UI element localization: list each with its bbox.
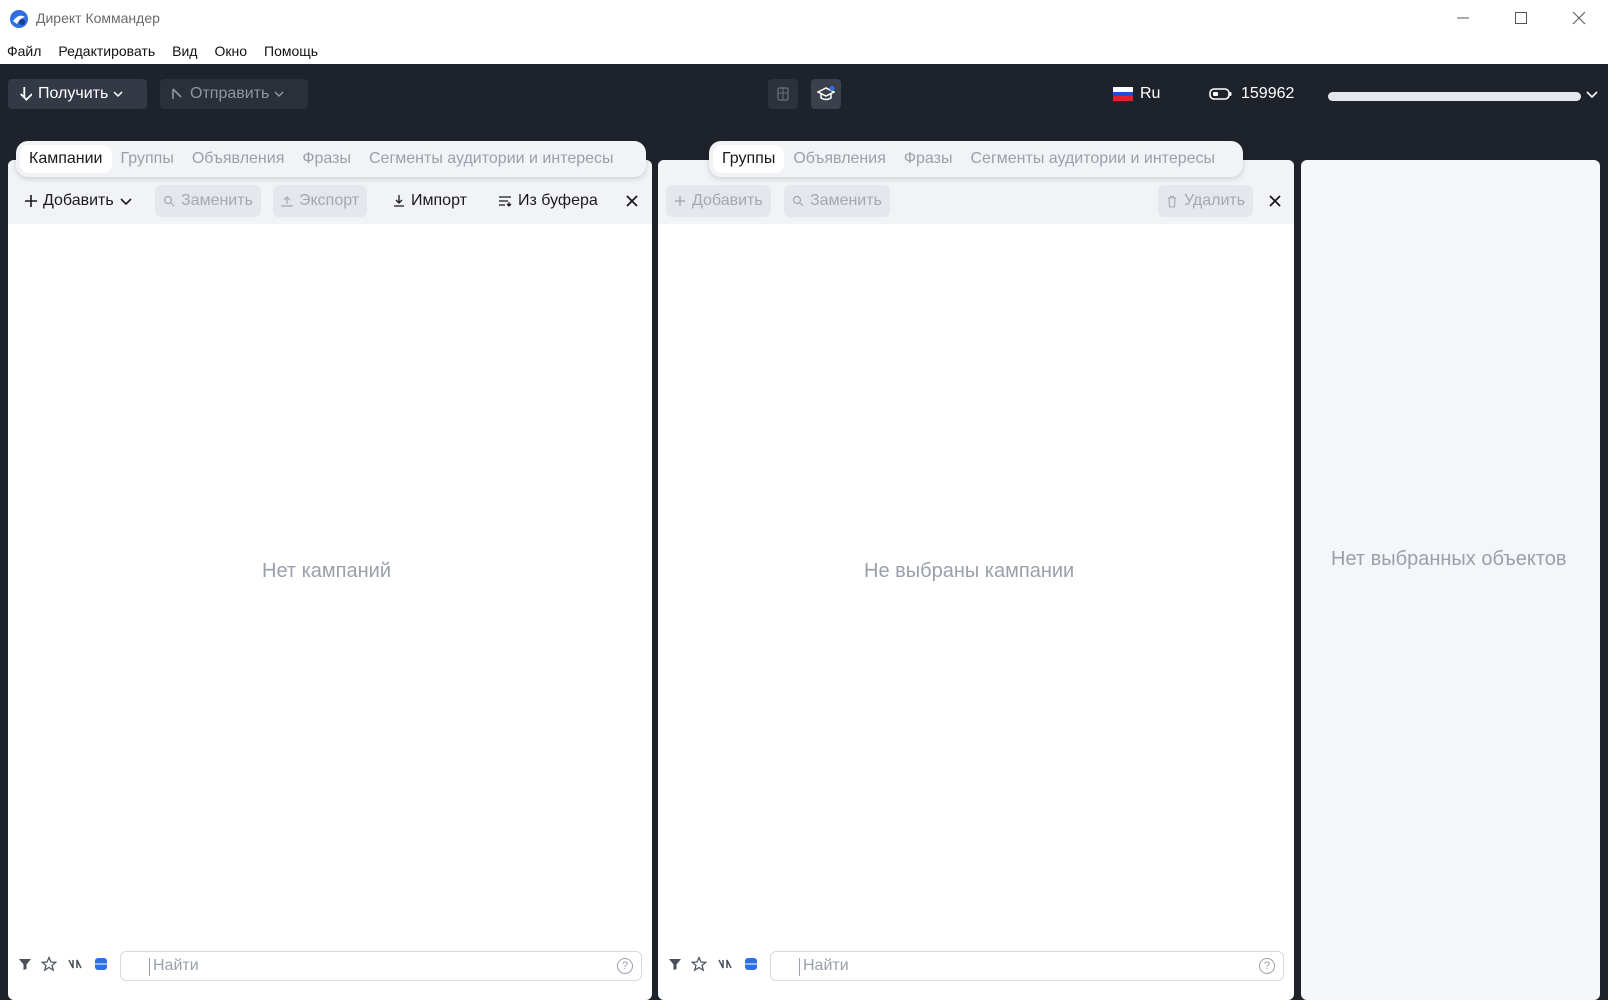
tab-phrases[interactable]: Фразы <box>293 145 360 173</box>
tab-audience-segments[interactable]: Сегменты аудитории и интересы <box>961 145 1224 173</box>
delete-group-button[interactable]: Удалить <box>1158 185 1254 217</box>
campaigns-search-placeholder: Найти <box>153 957 199 974</box>
plus-icon <box>675 196 685 206</box>
send-label: Отправить <box>190 85 270 102</box>
tab-groups[interactable]: Группы <box>112 145 183 173</box>
calculator-icon <box>777 87 789 101</box>
maximize-button[interactable] <box>1492 0 1550 36</box>
close-icon[interactable] <box>1268 194 1282 208</box>
add-campaign-button[interactable]: Добавить <box>16 185 141 217</box>
chevron-down-icon[interactable] <box>1585 87 1599 101</box>
minimize-icon <box>1457 17 1469 19</box>
plus-icon <box>25 195 37 207</box>
upload-icon <box>281 196 293 207</box>
get-button[interactable]: Получить <box>8 79 147 109</box>
help-icon[interactable]: ? <box>1259 958 1275 974</box>
menu-file[interactable]: Файл <box>7 43 41 59</box>
campaigns-search-input[interactable]: Найти ? <box>120 951 642 981</box>
groups-empty-text: Не выбраны кампании <box>864 560 1075 582</box>
campaigns-empty-text: Нет кампаний <box>262 560 392 582</box>
database-icon[interactable] <box>743 956 759 972</box>
menu-view[interactable]: Вид <box>172 43 197 59</box>
search-icon <box>792 195 804 207</box>
language-label: Ru <box>1140 85 1161 102</box>
groups-tabs: Группы Объявления Фразы Сегменты аудитор… <box>709 141 1243 177</box>
sync-arrows-icon[interactable] <box>717 956 733 972</box>
download-icon <box>394 195 404 207</box>
points-value: 159962 <box>1241 85 1295 102</box>
campaigns-panel: Нет кампаний Найти ? <box>8 160 652 1000</box>
add-campaign-label: Добавить <box>43 192 114 209</box>
maximize-icon <box>1515 12 1527 24</box>
star-icon[interactable] <box>691 956 707 972</box>
close-icon[interactable] <box>625 194 639 208</box>
tab-phrases[interactable]: Фразы <box>895 145 962 173</box>
clipboard-lines-icon <box>499 196 512 207</box>
campaigns-footer: Найти ? <box>8 938 652 990</box>
chevron-down-icon <box>120 198 132 206</box>
search-caret <box>799 958 800 976</box>
star-icon[interactable] <box>41 956 57 972</box>
groups-search-input[interactable]: Найти ? <box>770 951 1284 981</box>
export-label: Экспорт <box>299 192 360 209</box>
account-selector[interactable] <box>1328 92 1581 101</box>
russia-flag-icon <box>1113 87 1133 102</box>
menu-window[interactable]: Окно <box>214 43 247 59</box>
get-label: Получить <box>38 85 109 102</box>
groups-footer: Найти ? <box>658 938 1294 990</box>
chevron-down-icon <box>113 91 123 98</box>
groups-panel: Не выбраны кампании Найти ? <box>658 160 1294 1000</box>
groups-search-placeholder: Найти <box>803 957 849 974</box>
minimize-button[interactable] <box>1434 0 1492 36</box>
add-group-label: Добавить <box>692 192 763 209</box>
replace-campaigns-label: Заменить <box>181 192 253 209</box>
close-icon <box>1572 11 1586 25</box>
graduation-cap-icon <box>817 86 835 101</box>
search-caret <box>149 958 150 976</box>
search-icon <box>163 195 175 207</box>
calculator-button[interactable] <box>768 79 798 109</box>
tab-campaigns[interactable]: Кампании <box>20 145 112 173</box>
window-title: Директ Коммандер <box>36 10 160 26</box>
import-label: Импорт <box>411 192 467 209</box>
filter-icon[interactable] <box>667 956 683 972</box>
import-button[interactable]: Импорт <box>385 185 475 217</box>
trash-icon <box>1168 195 1176 208</box>
tab-ads[interactable]: Объявления <box>784 145 895 173</box>
menu-edit[interactable]: Редактировать <box>58 43 155 59</box>
filter-icon[interactable] <box>17 956 33 972</box>
send-button[interactable]: Отправить <box>160 79 308 109</box>
language-selector[interactable]: Ru <box>1113 84 1160 104</box>
replace-campaigns-button[interactable]: Заменить <box>155 185 261 217</box>
get-arrow-icon <box>20 87 32 101</box>
delete-group-label: Удалить <box>1184 192 1246 209</box>
from-clipboard-label: Из буфера <box>518 192 598 209</box>
close-button[interactable] <box>1550 0 1608 36</box>
send-arrow-icon <box>172 88 182 99</box>
tab-groups[interactable]: Группы <box>713 145 785 173</box>
menu-help[interactable]: Помощь <box>264 43 318 59</box>
details-empty-text: Нет выбранных объектов <box>1331 548 1567 570</box>
tab-audience-segments[interactable]: Сегменты аудитории и интересы <box>360 145 623 173</box>
campaigns-tabs: Кампании Группы Объявления Фразы Сегмент… <box>16 141 646 177</box>
help-icon[interactable]: ? <box>617 958 633 974</box>
tab-ads[interactable]: Объявления <box>183 145 294 173</box>
database-icon[interactable] <box>93 956 109 972</box>
export-button[interactable]: Экспорт <box>273 185 368 217</box>
battery-icon <box>1209 88 1232 100</box>
details-panel: Нет выбранных объектов <box>1301 160 1600 1000</box>
points-counter[interactable]: 159962 <box>1209 84 1294 104</box>
learning-button[interactable] <box>811 79 841 109</box>
replace-groups-button[interactable]: Заменить <box>784 185 890 217</box>
title-bar: Директ Коммандер <box>0 0 1608 36</box>
menu-bar: Файл Редактировать Вид Окно Помощь <box>0 38 335 64</box>
sync-arrows-icon[interactable] <box>67 956 83 972</box>
chevron-down-icon <box>274 91 284 98</box>
from-clipboard-button[interactable]: Из буфера <box>490 185 606 217</box>
replace-groups-label: Заменить <box>810 192 882 209</box>
app-logo-icon <box>10 10 28 28</box>
add-group-button[interactable]: Добавить <box>666 185 771 217</box>
